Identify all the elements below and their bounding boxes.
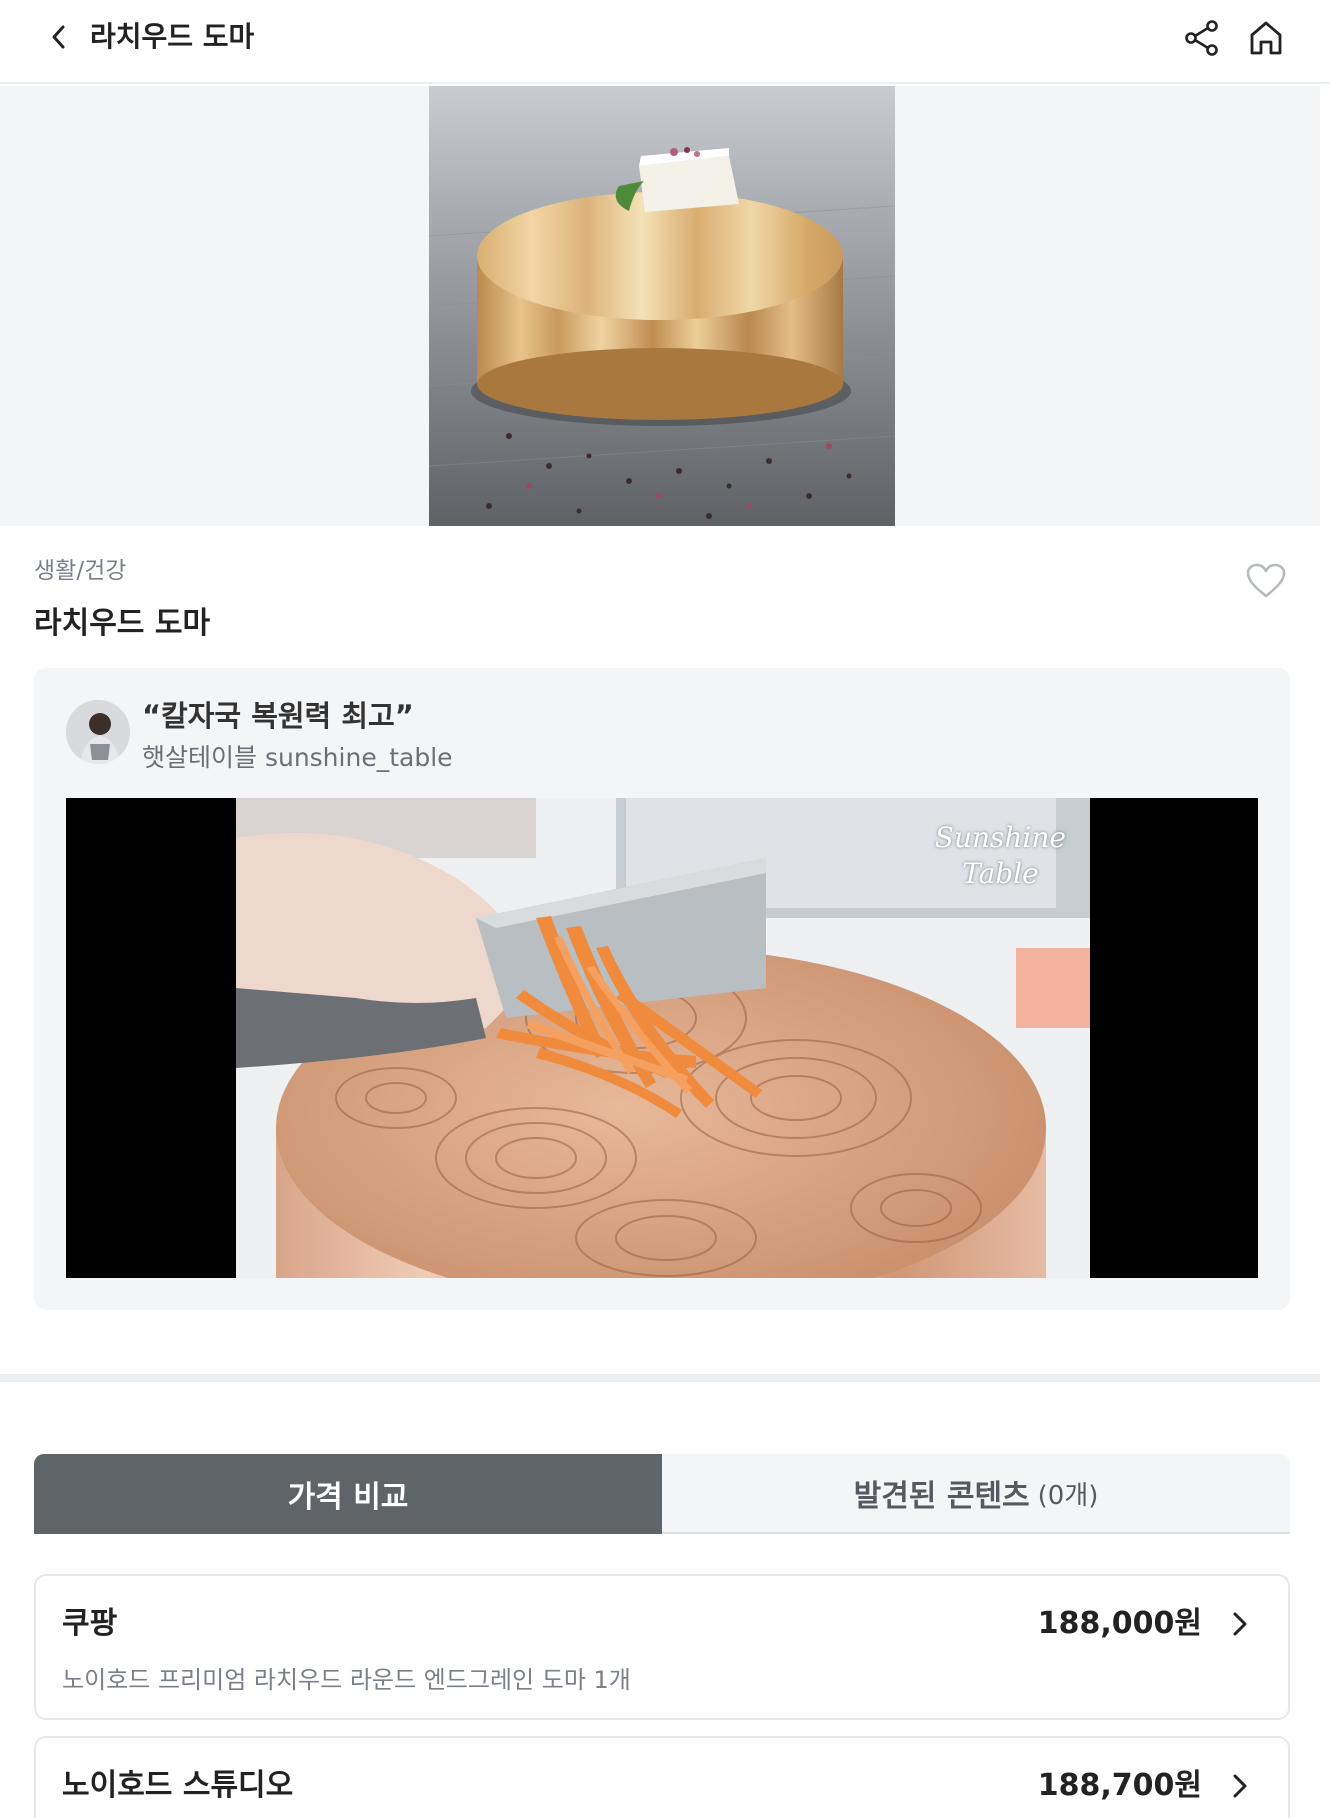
product-category: 생활/건강 <box>34 558 127 584</box>
chevron-left-icon <box>52 25 65 49</box>
chevron-right-icon <box>1222 1606 1258 1642</box>
offer-price: 188,000원 <box>1037 1606 1202 1641</box>
tab-count: (0개) <box>1037 1480 1099 1511</box>
review-author[interactable]: 햇살테이블 sunshine_table <box>142 742 453 774</box>
review-card: “칼자국 복원력 최고” 햇살테이블 sunshine_table Sunshi… <box>34 668 1290 1310</box>
offer-description: 노이호드 프리미엄 라치우드 라운드 엔드그레인 도마 1개 <box>62 1666 631 1694</box>
review-video[interactable]: Sunshine Table <box>66 798 1258 1278</box>
page-title: 라치우드 도마 <box>90 20 255 53</box>
tab-label: 가격 비교 <box>287 1480 409 1515</box>
price-offer-card[interactable]: 노이호드 스튜디오 188,700원 <box>34 1736 1290 1818</box>
video-watermark: Sunshine Table <box>934 821 1066 890</box>
video-frame: Sunshine Table <box>236 798 1090 1278</box>
section-divider <box>0 1374 1320 1382</box>
favorite-button[interactable] <box>1244 560 1288 602</box>
avatar[interactable] <box>66 700 130 764</box>
review-quote: “칼자국 복원력 최고” <box>142 699 414 733</box>
product-title: 라치우드 도마 <box>34 606 211 641</box>
store-name: 쿠팡 <box>62 1606 118 1641</box>
product-image-area <box>0 86 1320 526</box>
heart-outline-icon <box>1246 563 1286 598</box>
top-bar: 라치우드 도마 <box>0 0 1330 84</box>
product-image[interactable] <box>429 86 895 526</box>
tab-found-contents[interactable]: 발견된 콘텐츠 (0개) <box>662 1454 1290 1534</box>
tab-bar: 가격 비교 발견된 콘텐츠 (0개) <box>34 1454 1290 1534</box>
back-button[interactable] <box>42 20 76 54</box>
tab-label: 발견된 콘텐츠 <box>853 1479 1030 1514</box>
chevron-right-icon <box>1222 1768 1258 1804</box>
store-name: 노이호드 스튜디오 <box>62 1768 294 1803</box>
share-icon <box>1185 20 1218 56</box>
tab-price-compare[interactable]: 가격 비교 <box>34 1454 662 1534</box>
share-button[interactable] <box>1180 16 1224 60</box>
home-icon <box>1250 21 1282 55</box>
home-button[interactable] <box>1244 16 1288 60</box>
price-offer-card[interactable]: 쿠팡 188,000원 노이호드 프리미엄 라치우드 라운드 엔드그레인 도마 … <box>34 1574 1290 1720</box>
offer-price: 188,700원 <box>1037 1768 1202 1803</box>
